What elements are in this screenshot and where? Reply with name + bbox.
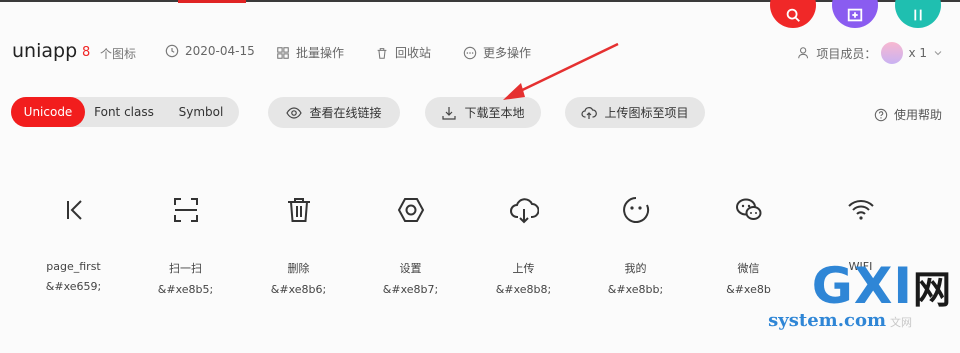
icon-name: 扫一扫: [169, 262, 202, 275]
icon-cell[interactable]: page_first &#xe659;: [17, 190, 130, 293]
icon-cell[interactable]: 上传 &#xe8b8;: [467, 190, 580, 296]
tab-symbol[interactable]: Symbol: [163, 97, 239, 127]
cloud-upload-icon: [509, 198, 539, 224]
scan-icon: [173, 198, 198, 222]
icon-name: 上传: [512, 262, 535, 275]
batch-button[interactable]: 批量操作: [276, 44, 344, 61]
download-icon: [442, 106, 457, 120]
help-label: 使用帮助: [893, 108, 942, 122]
icon-code: &#xe8bb;: [607, 283, 664, 296]
icon-cell[interactable]: 设置 &#xe8b7;: [354, 190, 467, 296]
search-button[interactable]: [770, 0, 816, 28]
download-label: 下载至本地: [464, 106, 525, 120]
tab-font-class[interactable]: Font class: [85, 97, 163, 127]
icon-name: 我的: [624, 262, 647, 275]
clock-icon: [165, 44, 179, 58]
icon-code: &#xe659;: [45, 280, 102, 293]
view-online-label: 查看在线链接: [309, 106, 382, 120]
eye-icon: [286, 106, 303, 119]
more-label: 更多操作: [483, 46, 532, 60]
members-dropdown[interactable]: 项目成员： x 1: [797, 42, 944, 64]
help-icon: [874, 108, 888, 121]
top-border: [0, 0, 960, 3]
icon-name: 设置: [399, 262, 422, 275]
watermark-logo: GXI网 system.com 文网: [768, 261, 952, 331]
smile-icon: [622, 197, 649, 223]
icon-cell[interactable]: 我的 &#xe8bb;: [579, 190, 692, 296]
code-format-tabs: Unicode Font class Symbol: [11, 97, 239, 127]
members-count: x 1: [908, 46, 927, 60]
wechat-icon: [735, 198, 761, 220]
recycle-label: 回收站: [395, 46, 432, 60]
project-title: uniapp: [12, 40, 78, 62]
active-tab-indicator: [178, 0, 246, 3]
settings-icon: [397, 198, 424, 222]
icon-count-label: 个图标: [100, 47, 137, 61]
icon-code: &#xe8b8;: [495, 283, 552, 296]
watermark-domain: system.com: [768, 310, 886, 331]
add-box-icon: [847, 8, 863, 22]
icon-code: &#xe8b6;: [270, 283, 327, 296]
wifi-icon: [847, 200, 874, 220]
help-link[interactable]: 使用帮助: [874, 106, 942, 123]
bin-icon: [377, 47, 387, 59]
icon-name: 删除: [287, 262, 310, 275]
download-button[interactable]: 下载至本地: [425, 97, 541, 128]
watermark-logo-text: GXI: [811, 257, 913, 315]
trash-icon: [287, 198, 310, 222]
icon-cell[interactable]: 扫一扫 &#xe8b5;: [129, 190, 242, 296]
batch-label: 批量操作: [296, 46, 345, 60]
members-label: 项目成员：: [816, 46, 877, 61]
sort-button[interactable]: [895, 0, 941, 28]
search-icon: [786, 8, 800, 22]
avatar: [881, 42, 904, 64]
more-button[interactable]: 更多操作: [463, 44, 531, 61]
watermark-logo-char: 网: [912, 268, 952, 312]
watermark-tail: 文网: [890, 316, 912, 329]
icon-count: 8: [82, 45, 91, 60]
date-meta: 2020-04-15: [165, 44, 255, 58]
upload-button[interactable]: 上传图标至项目: [565, 97, 705, 128]
icon-cell[interactable]: 删除 &#xe8b6;: [242, 190, 355, 296]
chevron-down-icon: [934, 51, 942, 56]
cloud-upload-icon: [581, 106, 598, 119]
grid-icon: [277, 46, 289, 59]
view-online-button[interactable]: 查看在线链接: [268, 97, 400, 128]
icon-code: &#xe8b7;: [382, 283, 439, 296]
upload-label: 上传图标至项目: [604, 106, 689, 120]
more-icon: [463, 46, 477, 59]
date-text: 2020-04-15: [185, 44, 255, 58]
recycle-button[interactable]: 回收站: [375, 44, 431, 61]
sort-icon: [914, 9, 922, 21]
page-first-icon: [66, 200, 82, 220]
project-header: uniapp 8 个图标 2020-04-15 批量操作 回收站 更多操作 项目…: [0, 36, 960, 66]
icon-name: page_first: [46, 260, 101, 273]
user-icon: [798, 47, 809, 59]
tab-unicode[interactable]: Unicode: [11, 97, 85, 127]
add-icon-button[interactable]: [832, 0, 878, 28]
icon-code: &#xe8b5;: [157, 283, 214, 296]
